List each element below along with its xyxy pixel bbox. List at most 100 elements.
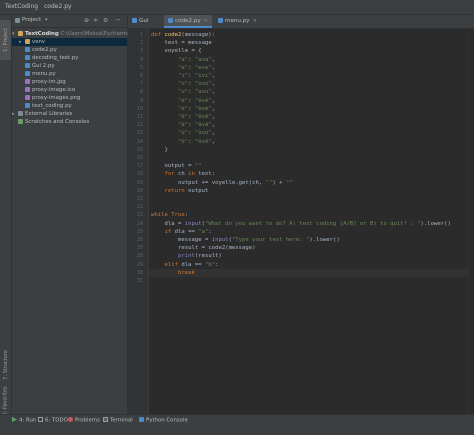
breadcrumb-project[interactable]: TextCoding — [5, 3, 38, 10]
code-line[interactable]: dla = input("What do you want to do? A) … — [151, 220, 451, 228]
code-line[interactable]: print(result) — [151, 252, 222, 260]
code-line[interactable]: "ô": "ôvô", — [151, 138, 215, 146]
close-icon[interactable]: × — [253, 18, 257, 24]
code-line[interactable]: message = input("Type your text here: ")… — [151, 236, 340, 244]
project-tool-label: 1: Project — [2, 28, 9, 52]
code-line[interactable]: "ù": "ùvù", — [151, 129, 215, 137]
tab-menu[interactable]: menu.py × — [214, 15, 262, 28]
tree-item-text-coding[interactable]: text_coding.py — [25, 102, 72, 110]
code-line[interactable]: break — [151, 269, 195, 277]
tree-item-code2[interactable]: code2.py — [25, 46, 57, 54]
code-line[interactable]: "à": "àvà", — [151, 121, 215, 129]
line-number: 17 — [136, 163, 143, 170]
tree-item-scratches[interactable]: Scratches and Consoles — [18, 118, 89, 126]
code-line[interactable]: "e": "eve", — [151, 64, 215, 72]
minimize-icon[interactable]: − — [115, 16, 121, 24]
code-line[interactable]: output += voyelle.get(ch, "") + "" — [151, 179, 293, 187]
tab-run[interactable]: 4: Run — [12, 417, 36, 424]
gear-icon[interactable]: ⚙ — [103, 17, 108, 24]
tree-item-label: code2.py — [32, 47, 57, 53]
chevron-down-icon[interactable]: ▾ — [45, 17, 48, 23]
tab-favorites-tool[interactable]: 2: Favorites — [0, 386, 11, 415]
tree-item-proxy-images-png[interactable]: proxy-images.png — [25, 94, 80, 102]
tab-todo[interactable]: 6: TODO — [38, 417, 68, 424]
code-line[interactable]: "a": "ava", — [151, 56, 215, 64]
close-icon[interactable]: × — [204, 18, 208, 24]
bottom-tab-label: Python Console — [146, 417, 188, 424]
line-number: 13 — [136, 130, 143, 137]
editor-scrollbar[interactable] — [468, 29, 474, 414]
line-number: 4 — [139, 56, 143, 63]
python-file-icon — [168, 17, 173, 23]
line-number: 1 — [139, 32, 143, 38]
breadcrumb-file[interactable]: code2.py — [44, 3, 72, 10]
line-number: 6 — [139, 73, 143, 79]
current-line-highlight — [149, 268, 474, 277]
code-line[interactable]: def code2(message): — [151, 31, 215, 39]
code-line[interactable]: if dla == "a": — [151, 228, 212, 236]
line-number: 7 — [139, 81, 143, 88]
tree-item-label: External Libraries — [25, 111, 73, 117]
code-line[interactable]: } — [151, 146, 168, 154]
tab-project-tool[interactable]: 1: Project — [0, 20, 11, 60]
tree-item-root[interactable]: ▾ TextCoding C:\Users\Moksa\PycharmPro — [12, 30, 136, 38]
todo-icon — [38, 417, 43, 422]
tab-python-console[interactable]: Python Console — [139, 417, 188, 424]
line-number: 5 — [139, 64, 143, 71]
tab-label: menu.py — [225, 18, 250, 24]
python-file-icon — [218, 17, 223, 23]
code-line[interactable]: while True: — [151, 211, 188, 219]
tree-item-label: menu.py — [32, 71, 56, 77]
tree-item-external-libraries[interactable]: ▸ External Libraries — [12, 110, 72, 118]
line-number: 31 — [136, 278, 143, 284]
code-line[interactable]: "i": "ivi", — [151, 72, 215, 80]
code-line[interactable]: output = "" — [151, 162, 202, 170]
tree-item-venv[interactable]: ▸ venv — [12, 38, 127, 46]
tree-item-decoding-text[interactable]: decoding_text.py — [25, 54, 78, 62]
line-number: 14 — [136, 138, 143, 145]
project-panel: Project ▾ ⊕ ≑ ⚙ − ▾ TextCoding C:\Users\M… — [12, 15, 136, 414]
code-line[interactable]: "é": "évé", — [151, 97, 215, 105]
code-line[interactable]: "è": "èvè", — [151, 105, 215, 113]
image-file-icon — [25, 86, 30, 92]
code-editor[interactable]: def code2(message): text = message voyel… — [149, 29, 474, 414]
code-line[interactable]: text = message — [151, 39, 212, 47]
tab-code2[interactable]: code2.py × — [164, 15, 212, 28]
bottom-tab-label: Problems — [75, 417, 100, 424]
code-line[interactable]: voyelle = { — [151, 47, 202, 55]
python-file-icon — [25, 62, 30, 68]
tree-item-gui2[interactable]: Gui 2.py — [25, 62, 55, 70]
code-line[interactable]: for ch in text: — [151, 170, 216, 178]
code-line[interactable]: "u": "uvu", — [151, 88, 215, 96]
tab-structure-tool[interactable]: 7: Structure — [0, 345, 11, 385]
globe-icon[interactable]: ⊕ — [84, 17, 89, 24]
tab-terminal[interactable]: Terminal — [103, 417, 133, 424]
line-number: 11 — [136, 114, 143, 120]
tree-item-proxy-im[interactable]: proxy-im.jpg — [25, 78, 66, 86]
line-number: 20 — [136, 187, 143, 194]
collapse-icon[interactable]: ≑ — [93, 17, 98, 24]
code-line[interactable]: return output — [151, 187, 209, 195]
tree-item-label: proxy-im.jpg — [32, 79, 66, 85]
play-icon — [12, 417, 17, 422]
tree-item-path: C:\Users\Moksa\PycharmPro — [60, 31, 136, 37]
tree-item-label: Scratches and Consoles — [25, 119, 90, 125]
tree-item-label: Gui 2.py — [32, 63, 55, 69]
tree-item-label: text_coding.py — [32, 103, 72, 109]
code-line[interactable]: "o": "ovo", — [151, 80, 215, 88]
line-number: 30 — [136, 269, 143, 276]
project-view-title[interactable]: Project — [22, 17, 41, 23]
code-line[interactable]: result = code2(message) — [151, 244, 256, 252]
tree-item-label: proxy-images.png — [32, 95, 81, 101]
tab-gui2[interactable]: Gui 2.py — [128, 15, 162, 37]
code-line[interactable]: "ê": "êvê", — [151, 113, 215, 121]
python-file-icon — [25, 46, 30, 52]
tab-problems[interactable]: Problems — [68, 417, 100, 424]
project-panel-header: Project ▾ ⊕ ≑ ⚙ − — [12, 15, 127, 28]
code-line[interactable]: elif dla == "b": — [151, 261, 219, 269]
python-file-icon — [25, 102, 30, 108]
tree-item-menu[interactable]: menu.py — [25, 70, 56, 78]
line-number: 9 — [139, 97, 143, 104]
python-file-icon — [25, 54, 30, 60]
tree-item-proxy-image-ico[interactable]: proxy-image.ico — [25, 86, 75, 94]
